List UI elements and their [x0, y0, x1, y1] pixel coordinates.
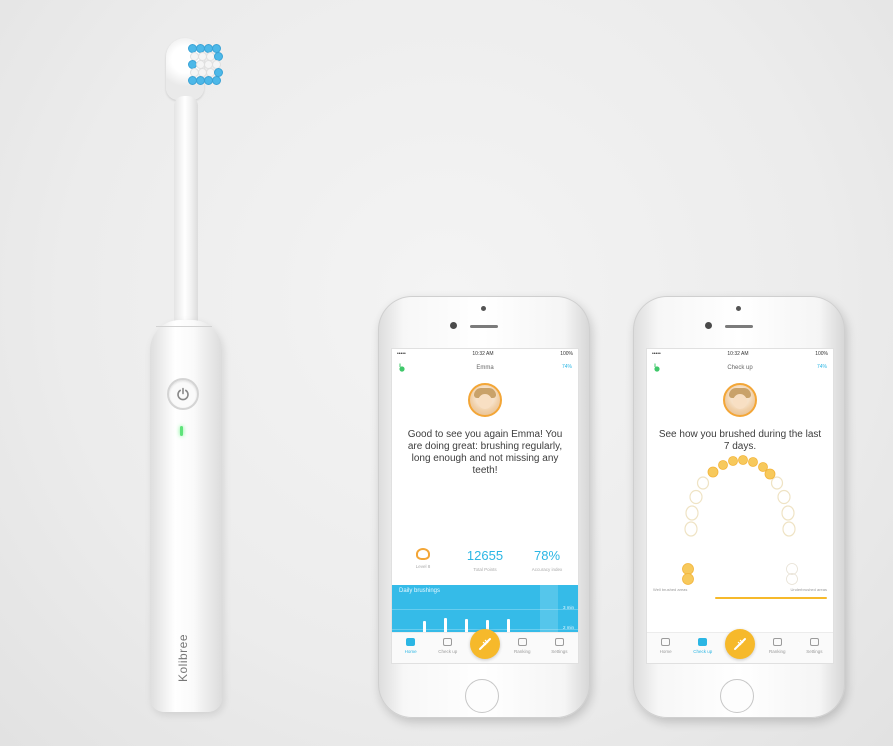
tab-checkup[interactable]: Check up: [429, 633, 466, 663]
ranking-icon: [772, 638, 782, 646]
legend-well-brushed: Well brushed areas: [653, 587, 688, 592]
tab-home[interactable]: Home: [647, 633, 684, 663]
battery-level: 100%: [560, 351, 573, 357]
well-brushed-tooth-icon: [682, 563, 694, 585]
brand-text: Kolibree: [176, 633, 190, 683]
y-tick-label: 3 min: [562, 605, 574, 610]
battery-level: 100%: [815, 351, 828, 357]
brush-head: [166, 38, 223, 100]
stat-points[interactable]: 12655 Total Points: [454, 545, 516, 583]
level-icon: [416, 548, 430, 560]
stat-accuracy[interactable]: 78% Accuracy index: [516, 545, 578, 583]
ranking-icon: [517, 638, 527, 646]
tab-bar: Home Check up Ranking Settings: [647, 629, 833, 663]
nav-battery: 74%: [816, 364, 827, 370]
nav-bar: Emma 74%: [392, 360, 578, 376]
earpiece-speaker: [725, 325, 753, 328]
tab-label: Check up: [693, 649, 713, 654]
y-tick-label: 2 min: [562, 625, 574, 630]
home-icon: [406, 638, 416, 646]
toothbrush: Kolibree: [148, 38, 228, 714]
status-bar: ••••• 10:32 AM 100%: [392, 349, 578, 359]
underbrushed-tooth-icon: [786, 563, 798, 585]
nav-title: Emma: [476, 365, 494, 371]
top-sensor: [481, 306, 486, 311]
checkup-icon: [698, 638, 708, 646]
tab-home[interactable]: Home: [392, 633, 429, 663]
toothbrush-icon: [479, 638, 491, 650]
tab-label: Check up: [438, 649, 458, 654]
tab-label: Home: [404, 649, 417, 654]
legend-underbrushed: Underbrushed areas: [790, 587, 827, 592]
home-hardware-button[interactable]: [720, 679, 754, 713]
tab-label: Ranking: [513, 649, 531, 654]
bristle: [212, 76, 221, 85]
status-led: [180, 426, 183, 436]
tab-label: Settings: [806, 649, 823, 654]
carrier-signal: •••••: [397, 351, 406, 357]
gridline: [392, 609, 578, 610]
phone-checkup: ••••• 10:32 AM 100% Check up 74% See how…: [633, 296, 845, 718]
stat-label: Accuracy index: [531, 567, 563, 572]
nav-title: Check up: [727, 365, 753, 371]
stats-row: Level 8 12655 Total Points 78% Accuracy …: [392, 545, 578, 583]
tab-ranking[interactable]: Ranking: [504, 633, 541, 663]
brand-logo: Kolibree: [168, 618, 198, 698]
avatar[interactable]: [723, 383, 757, 417]
tab-ranking[interactable]: Ranking: [759, 633, 796, 663]
tab-settings[interactable]: Settings: [541, 633, 578, 663]
earpiece-speaker: [470, 325, 498, 328]
settings-icon: [809, 638, 819, 646]
nav-battery: 74%: [561, 364, 572, 370]
front-camera: [450, 322, 457, 329]
home-hardware-button[interactable]: [465, 679, 499, 713]
checkup-screen: ••••• 10:32 AM 100% Check up 74% See how…: [646, 348, 834, 664]
phone-home: ••••• 10:32 AM 100% Emma 74% Good to see…: [378, 296, 590, 718]
brush-seam: [156, 326, 212, 327]
stat-label: Level 8: [415, 564, 431, 569]
tab-label: Home: [659, 649, 672, 654]
toothbrush-icon: [734, 638, 746, 650]
brush-status-icon[interactable]: [653, 363, 661, 372]
nav-bar: Check up 74%: [647, 360, 833, 376]
stat-level[interactable]: Level 8: [392, 545, 454, 583]
teeth-map[interactable]: [677, 453, 803, 549]
power-icon: [177, 387, 189, 401]
checkup-icon: [443, 638, 453, 646]
status-time: 10:32 AM: [472, 351, 494, 357]
tab-label: Ranking: [768, 649, 786, 654]
brush-status-icon[interactable]: [398, 363, 406, 372]
stat-label: Total Points: [473, 567, 497, 572]
brush-now-button[interactable]: [725, 629, 755, 659]
tab-bar: Home Check up Ranking Settings: [392, 629, 578, 663]
tab-settings[interactable]: Settings: [796, 633, 833, 663]
avatar[interactable]: [468, 383, 502, 417]
brush-neck: [174, 96, 198, 326]
chart-title: Daily brushings: [399, 588, 441, 594]
carrier-signal: •••••: [652, 351, 661, 357]
top-sensor: [736, 306, 741, 311]
progress-line: [715, 597, 827, 599]
home-screen: ••••• 10:32 AM 100% Emma 74% Good to see…: [391, 348, 579, 664]
home-icon: [661, 638, 671, 646]
stat-value: 78%: [533, 548, 561, 563]
greeting-message: Good to see you again Emma! You are doin…: [407, 429, 563, 476]
front-camera: [705, 322, 712, 329]
bristles: [186, 42, 223, 88]
status-bar: ••••• 10:32 AM 100%: [647, 349, 833, 359]
settings-icon: [554, 638, 564, 646]
checkup-message: See how you brushed during the last 7 da…: [658, 429, 822, 452]
stat-value: 12655: [466, 548, 504, 563]
power-button[interactable]: [167, 378, 199, 410]
tab-checkup[interactable]: Check up: [684, 633, 721, 663]
brush-now-button[interactable]: [470, 629, 500, 659]
tab-label: Settings: [551, 649, 568, 654]
status-time: 10:32 AM: [727, 351, 749, 357]
